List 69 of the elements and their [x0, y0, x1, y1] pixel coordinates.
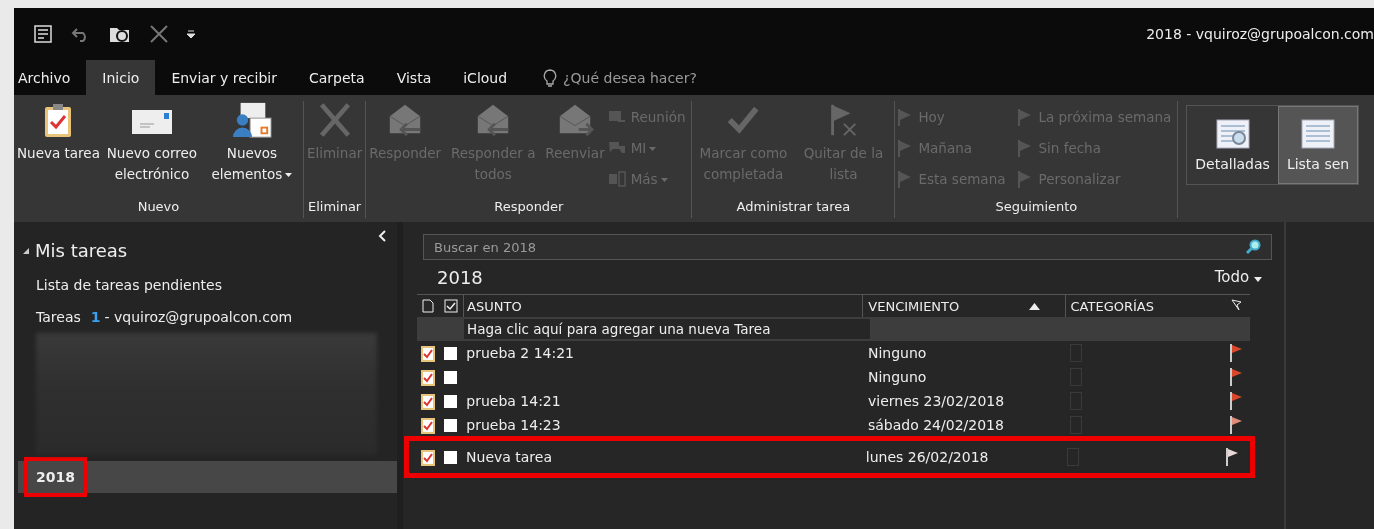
- task-subject: prueba 14:21: [466, 393, 561, 409]
- ribbon-button[interactable]: Nuevos elementos: [202, 101, 301, 196]
- flag-icon[interactable]: [1229, 343, 1244, 363]
- task-subject: Nueva tarea: [466, 449, 552, 465]
- task-subject: prueba 14:23: [466, 417, 561, 433]
- window-title: 2018 - vquiroz@grupoalcon.com: [1146, 26, 1374, 42]
- filter-dropdown[interactable]: Todo: [1214, 268, 1262, 286]
- task-icon: [419, 416, 436, 434]
- due-date: sábado 24/02/2018: [867, 417, 1004, 433]
- lightbulb-icon: [543, 68, 558, 87]
- complete-checkbox[interactable]: [444, 346, 458, 360]
- expand-triangle-icon[interactable]: [22, 246, 30, 255]
- ribbon-tab[interactable]: Inicio: [86, 60, 156, 95]
- due-date: viernes 23/02/2018: [867, 393, 1005, 409]
- flag-icon[interactable]: [1229, 367, 1244, 387]
- task-subject: prueba 2 14:21: [466, 345, 574, 361]
- task-icon: [419, 344, 436, 362]
- column-header[interactable]: ASUNTO: [467, 298, 522, 314]
- tell-me-field[interactable]: ¿Qué desea hacer?: [543, 60, 697, 95]
- task-icon: [419, 448, 436, 466]
- due-date: Ninguno: [867, 369, 927, 385]
- folder-item[interactable]: Lista de tareas pendientes: [14, 269, 397, 301]
- column-header[interactable]: CATEGORÍAS: [1070, 298, 1154, 314]
- checkbox-icon: [443, 299, 458, 313]
- column-header[interactable]: VENCIMIENTO: [868, 298, 960, 314]
- flag-icon[interactable]: [1229, 415, 1244, 435]
- device-icon: [607, 170, 626, 187]
- search-icon[interactable]: [1245, 239, 1261, 255]
- folder-group-header[interactable]: Mis tareas: [35, 240, 128, 261]
- view-button[interactable]: Detalladas: [1187, 106, 1278, 184]
- complete-checkbox[interactable]: [444, 450, 458, 464]
- ribbon-tab[interactable]: Vista: [380, 60, 448, 95]
- task-icon: [419, 392, 436, 410]
- group-label: Administrar tarea: [735, 198, 852, 216]
- caret-icon: [1254, 277, 1262, 282]
- folder-title: 2018: [436, 266, 483, 288]
- group-label: Eliminar: [306, 198, 363, 216]
- search-field[interactable]: Buscar en 2018: [423, 234, 1272, 260]
- due-date: lunes 26/02/2018: [865, 449, 989, 465]
- group-label: Responder: [493, 198, 565, 216]
- chat-bubbles-icon: [607, 139, 626, 156]
- group-label: Nuevo: [136, 198, 181, 216]
- list-magnifier-icon: [1214, 118, 1251, 150]
- flag-icon[interactable]: [1229, 391, 1244, 411]
- complete-checkbox[interactable]: [444, 418, 458, 432]
- sort-arrow-icon[interactable]: [1029, 302, 1041, 310]
- group-label: Seguimiento: [994, 198, 1079, 216]
- folder-item[interactable]: Tareas 1 - vquiroz@grupoalcon.com: [14, 301, 397, 333]
- close-icon[interactable]: [148, 23, 170, 45]
- task-icon: [419, 368, 436, 386]
- complete-checkbox[interactable]: [444, 394, 458, 408]
- ribbon-button[interactable]: Nuevo correo electrónico: [102, 101, 201, 196]
- view-button[interactable]: Lista sen: [1277, 106, 1359, 184]
- customize-icon[interactable]: [186, 28, 196, 40]
- collapse-icon[interactable]: [377, 230, 387, 242]
- ribbon-tab[interactable]: iCloud: [447, 60, 524, 95]
- meeting-icon: [607, 108, 626, 125]
- due-date: Ninguno: [867, 345, 927, 361]
- list-icon: [1300, 118, 1336, 150]
- flag-icon: [1230, 299, 1243, 313]
- forms-icon[interactable]: [32, 23, 54, 45]
- ribbon-button[interactable]: Nueva tarea: [16, 101, 101, 196]
- complete-checkbox[interactable]: [444, 370, 458, 384]
- ribbon-tab[interactable]: Archivo: [14, 60, 87, 95]
- document-icon: [421, 299, 434, 313]
- ribbon-tab[interactable]: Carpeta: [293, 60, 381, 95]
- new-task-field[interactable]: Haga clic aquí para agregar una nueva Tarea: [464, 319, 870, 339]
- flag-icon[interactable]: [1225, 447, 1240, 467]
- ribbon-tab[interactable]: Enviar y recibir: [155, 60, 293, 95]
